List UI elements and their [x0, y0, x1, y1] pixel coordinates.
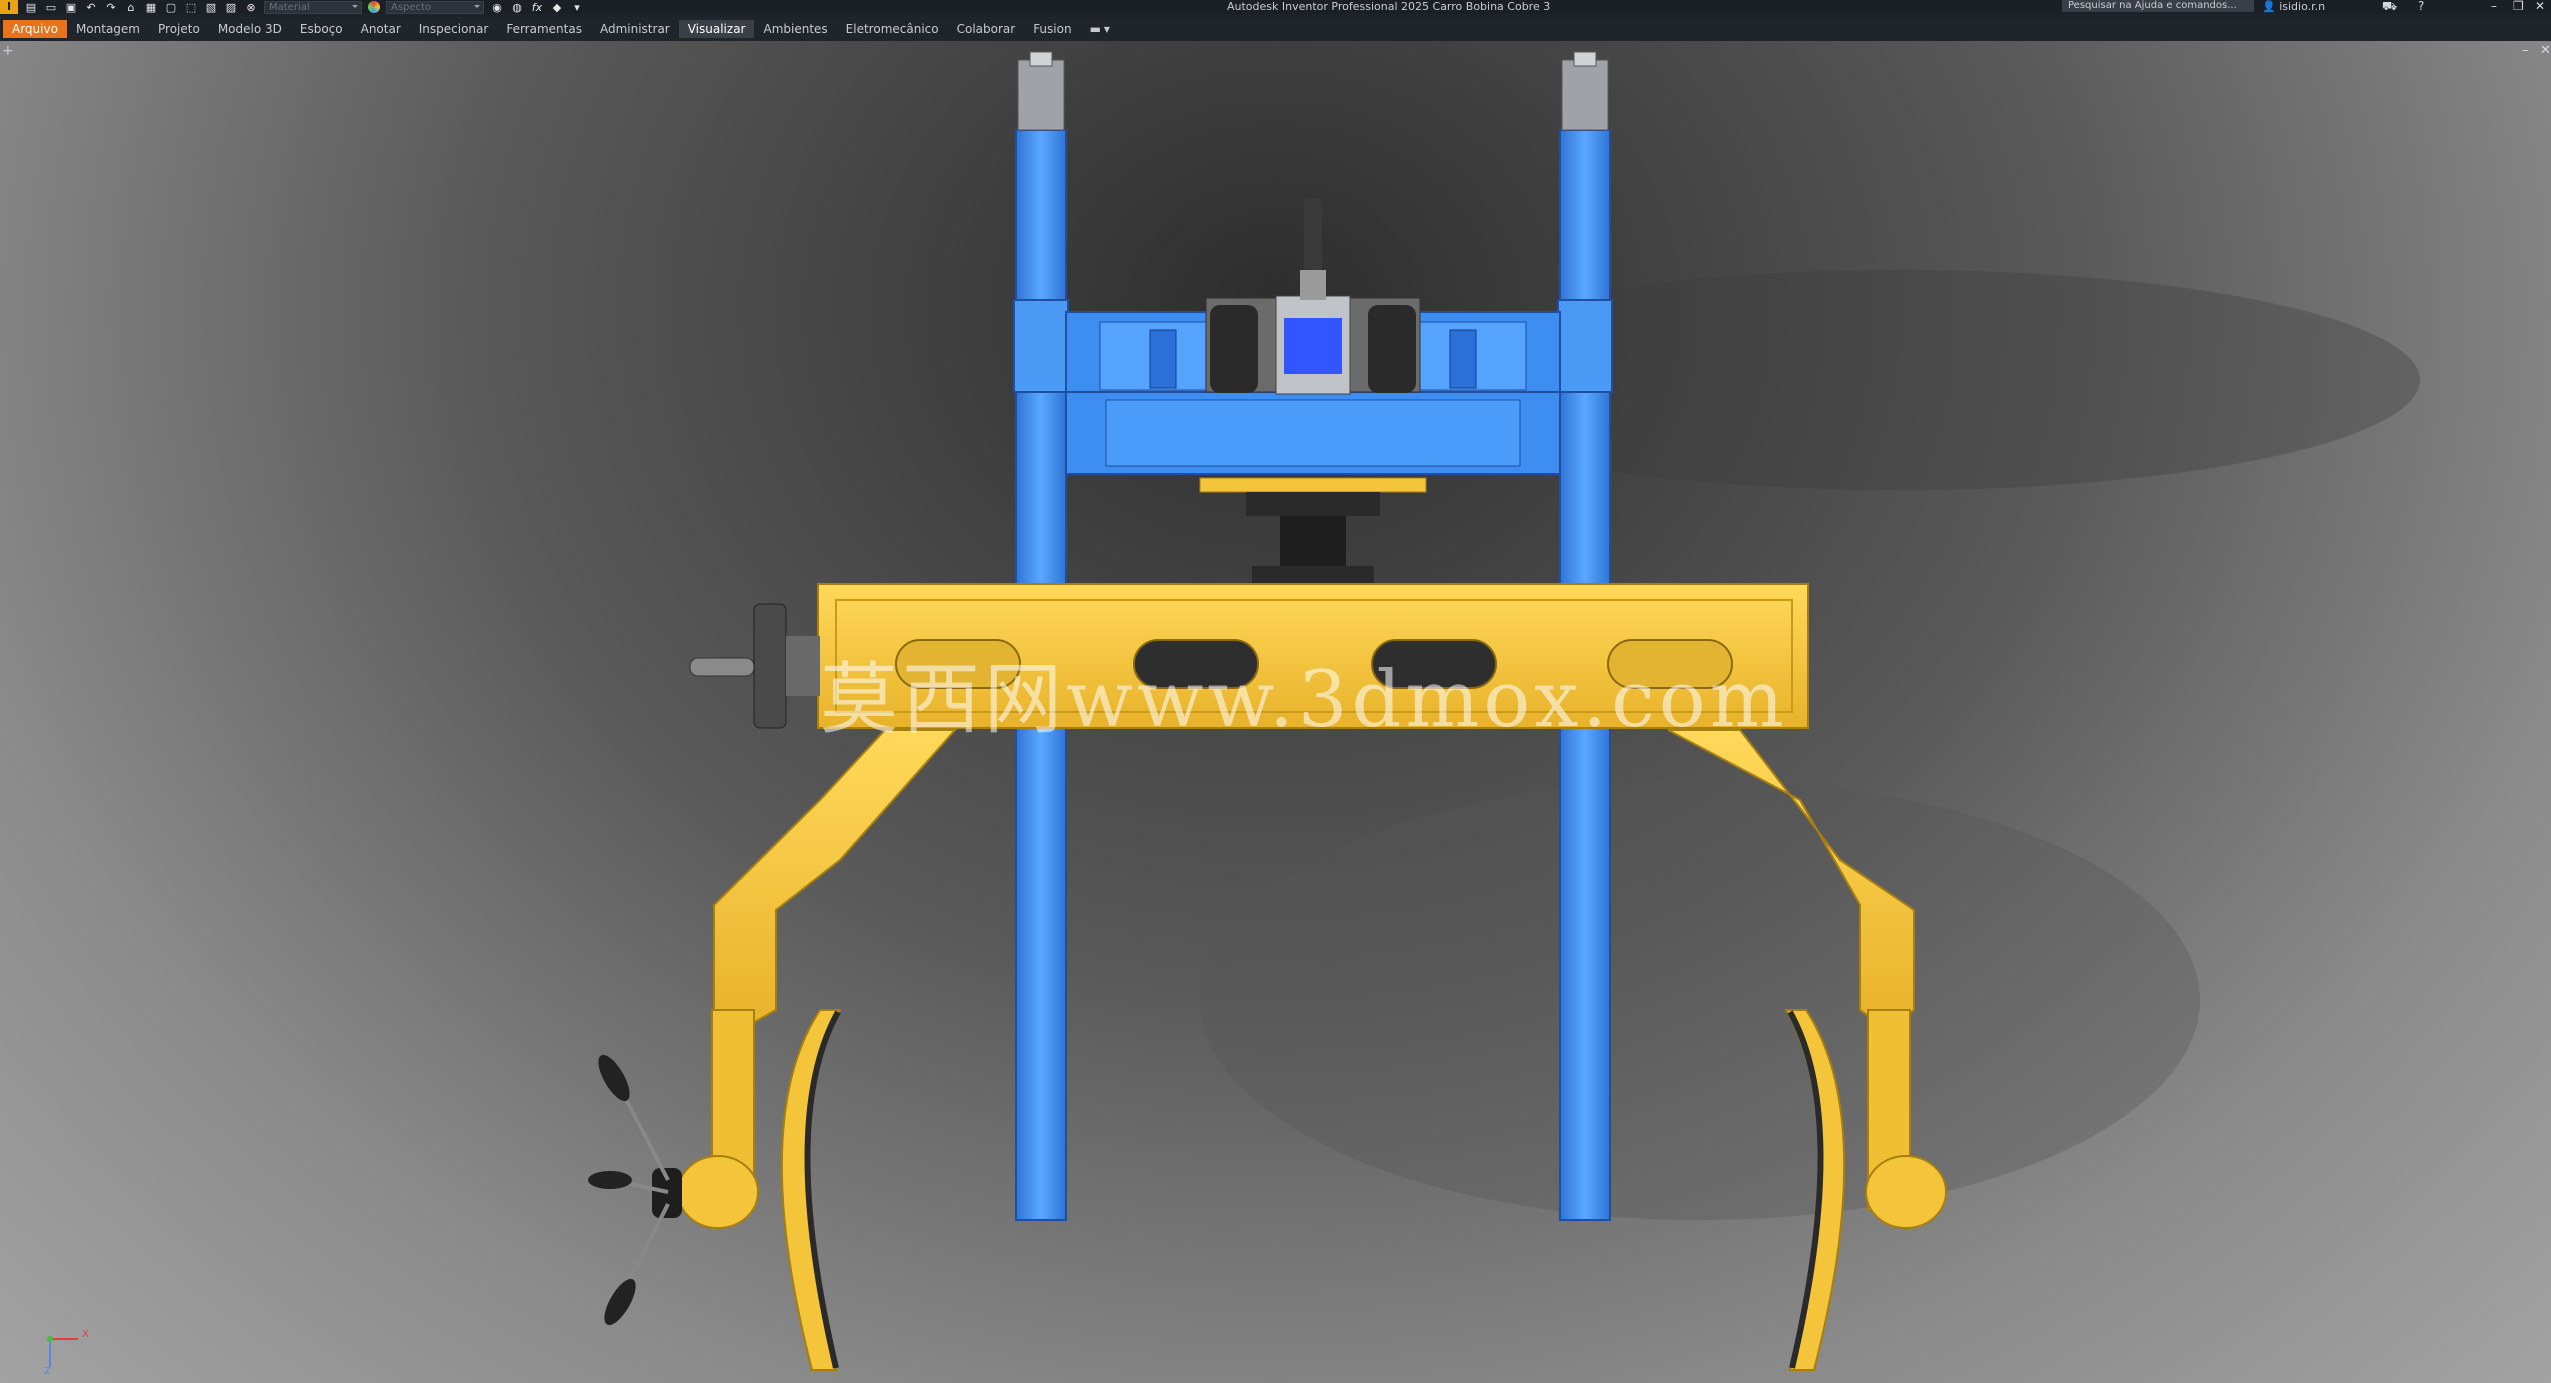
redo-icon[interactable]: ↷	[104, 1, 118, 14]
close-icon[interactable]: ✕	[2535, 0, 2545, 12]
ribbon-display-toggle[interactable]: ▬ ▾	[1081, 20, 1119, 38]
handwheel[interactable]	[689, 603, 820, 729]
orientation-triad	[47, 1336, 78, 1367]
graphics-viewport[interactable]: + – ✕ 莫西网www.3dmox.com X Z	[0, 41, 2551, 1383]
help-search-input[interactable]: Pesquisar na Ajuda e comandos...	[2062, 0, 2254, 12]
restore-icon[interactable]: ❐	[2513, 0, 2524, 12]
left-clamp-arm[interactable]	[588, 729, 958, 1371]
adjust-icon[interactable]: ◍	[510, 1, 524, 14]
tab-montagem[interactable]: Montagem	[67, 20, 149, 38]
dropdown-icon[interactable]: ▾	[570, 1, 584, 14]
camera-icon: ▬	[1089, 22, 1101, 36]
tab-ambientes[interactable]: Ambientes	[754, 20, 836, 38]
ribbon-tabs: Arquivo Montagem Projeto Modelo 3D Esboç…	[0, 17, 2551, 41]
tab-modelo-3d[interactable]: Modelo 3D	[209, 20, 291, 38]
undo-icon[interactable]: ↶	[84, 1, 98, 14]
triad-x-label: X	[82, 1329, 89, 1340]
tab-inspecionar[interactable]: Inspecionar	[410, 20, 498, 38]
triad-z-label: Z	[44, 1366, 51, 1377]
chevron-down-icon: ▾	[1103, 22, 1110, 36]
tab-esboco[interactable]: Esboço	[291, 20, 352, 38]
user-account[interactable]: 👤 isidio.r.n	[2262, 0, 2325, 13]
tab-ferramentas[interactable]: Ferramentas	[497, 20, 591, 38]
user-name: isidio.r.n	[2279, 0, 2326, 13]
tab-visualizar[interactable]: Visualizar	[678, 20, 755, 38]
print-icon[interactable]: ▦	[144, 1, 158, 14]
tab-administrar[interactable]: Administrar	[591, 20, 679, 38]
save-icon[interactable]: ▣	[64, 1, 78, 14]
update-icon[interactable]: ▧	[204, 1, 218, 14]
tab-arquivo[interactable]: Arquivo	[3, 20, 67, 38]
tab-colaborar[interactable]: Colaborar	[948, 20, 1025, 38]
title-bar: I ▤ ▭ ▣ ↶ ↷ ⌂ ▦ ▢ ⬚ ▧ ▨ ⊗ Material Aspec…	[0, 0, 2551, 14]
tab-eletromecanico[interactable]: Eletromecânico	[837, 20, 948, 38]
tab-anotar[interactable]: Anotar	[352, 20, 410, 38]
close-circle-icon[interactable]: ⊗	[244, 1, 258, 14]
measure-icon[interactable]: ▨	[224, 1, 238, 14]
material-select[interactable]: Material	[264, 0, 362, 14]
window-icon[interactable]: ▢	[164, 1, 178, 14]
window-title: Autodesk Inventor Professional 2025 Carr…	[1227, 0, 1551, 13]
cart-icon[interactable]: ⛟	[2382, 0, 2397, 12]
clear-appearance-icon[interactable]: ◉	[490, 1, 504, 14]
watermark-text: 莫西网www.3dmox.com	[820, 655, 1788, 745]
floor-shadow	[1200, 780, 2200, 1220]
open-folder-icon[interactable]: ▭	[44, 1, 58, 14]
minimize-icon[interactable]: –	[2491, 0, 2497, 12]
select-icon[interactable]: ⬚	[184, 1, 198, 14]
quick-access-toolbar: I ▤ ▭ ▣ ↶ ↷ ⌂ ▦ ▢ ⬚ ▧ ▨ ⊗ Material Aspec…	[0, 0, 584, 14]
tab-fusion[interactable]: Fusion	[1024, 20, 1080, 38]
upper-carriage[interactable]	[1065, 198, 1561, 586]
appearance-swatch-icon[interactable]	[368, 1, 380, 13]
appearance-select[interactable]: Aspecto	[386, 0, 484, 14]
help-icon[interactable]: ?	[2418, 0, 2424, 12]
new-file-icon[interactable]: ▤	[24, 1, 38, 14]
fx-parameters-icon[interactable]: fx	[530, 1, 544, 14]
tab-projeto[interactable]: Projeto	[149, 20, 209, 38]
app-logo[interactable]: I	[0, 0, 18, 14]
user-icon: 👤	[2262, 0, 2276, 13]
home-icon[interactable]: ⌂	[124, 1, 138, 14]
cube-icon[interactable]: ◆	[550, 1, 564, 14]
